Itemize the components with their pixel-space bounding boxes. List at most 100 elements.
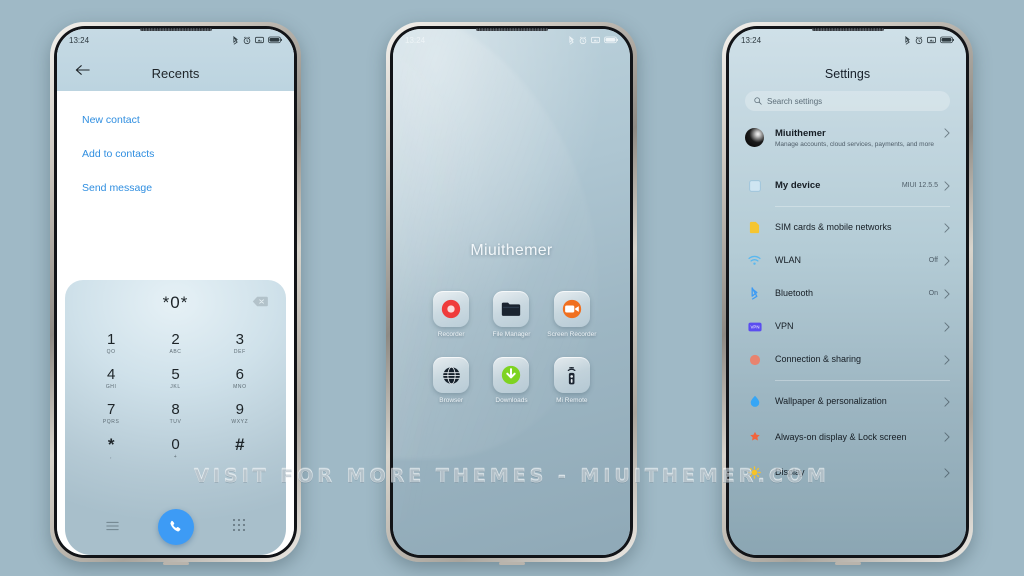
phone-bezel: 13:24 Settings Search settings Miuitheme… xyxy=(726,26,969,558)
keypad-toggle-button[interactable] xyxy=(232,518,245,536)
search-settings-bar[interactable]: Search settings xyxy=(745,91,950,111)
svg-text:VPN: VPN xyxy=(750,324,759,329)
key-letters: WXYZ xyxy=(231,419,249,425)
wallpaper-icon-wrap xyxy=(745,395,764,408)
account-name: Miuithemer xyxy=(775,128,826,139)
row-text: Miuithemer Manage accounts, cloud servic… xyxy=(775,128,944,149)
key-1[interactable]: 1 QO xyxy=(79,326,143,359)
status-time: 13:24 xyxy=(405,35,426,45)
vpn-icon: VPN xyxy=(747,322,762,331)
row-label: Always-on display & Lock screen xyxy=(775,431,907,442)
bluetooth-icon xyxy=(751,287,758,300)
settings-row-connection-sharing[interactable]: Connection & sharing xyxy=(729,343,966,376)
key-digit: # xyxy=(235,435,245,454)
key-star[interactable]: *, xyxy=(79,431,143,464)
lockscreen-icon xyxy=(749,431,760,441)
contact-action-list: New contact Add to contacts Send message xyxy=(57,91,294,205)
row-label: VPN xyxy=(775,321,794,331)
alarm-icon xyxy=(579,36,587,44)
row-value: Off xyxy=(928,257,938,264)
key-5[interactable]: 5 JKL xyxy=(143,361,207,394)
recorder-icon xyxy=(441,299,461,319)
app-browser[interactable]: Browser xyxy=(421,357,481,405)
bluetooth-icon xyxy=(569,35,574,45)
row-value: On xyxy=(928,290,938,297)
settings-title: Settings xyxy=(824,67,871,81)
key-2[interactable]: 2 ABC xyxy=(143,326,207,359)
phone-screen-settings: 13:24 Settings Search settings Miuitheme… xyxy=(729,29,966,555)
key-6[interactable]: 6 MNO xyxy=(208,361,272,394)
key-digit: 9 xyxy=(235,401,244,418)
key-hash[interactable]: # xyxy=(208,431,272,464)
app-file-manager[interactable]: File Manager xyxy=(481,291,541,339)
key-8[interactable]: 8 TUV xyxy=(143,396,207,429)
battery-icon xyxy=(940,36,954,44)
menu-item-new-contact[interactable]: New contact xyxy=(57,103,294,137)
status-icons xyxy=(232,35,282,45)
menu-item-add-to-contacts[interactable]: Add to contacts xyxy=(57,137,294,171)
phone-screen-dialer: 13:24 Recents New contact Add to contact… xyxy=(57,29,294,555)
earpiece-speaker xyxy=(475,28,548,31)
row-label: Wallpaper & personalization xyxy=(775,396,887,406)
key-letters: + xyxy=(173,454,178,460)
settings-row-account[interactable]: Miuithemer Manage accounts, cloud servic… xyxy=(729,121,966,169)
user-avatar xyxy=(745,128,764,147)
key-4[interactable]: 4 GHI xyxy=(79,361,143,394)
phone-call-icon xyxy=(170,520,181,531)
backspace-button[interactable] xyxy=(252,294,268,312)
settings-row-always-on-display[interactable]: Always-on display & Lock screen xyxy=(729,418,966,456)
app-downloads[interactable]: Downloads xyxy=(481,357,541,405)
menu-lines-button[interactable] xyxy=(106,518,120,536)
app-mi-remote[interactable]: Mi Remote xyxy=(542,357,602,405)
row-text: Bluetooth xyxy=(775,288,929,299)
wifi-icon-wrap xyxy=(745,255,764,266)
app-label: Browser xyxy=(439,397,464,404)
app-icon-tile xyxy=(433,357,470,393)
settings-row-sim-cards[interactable]: SIM cards & mobile networks xyxy=(729,211,966,244)
settings-row-my-device[interactable]: My device MIUI 12.5.5 xyxy=(729,169,966,202)
settings-row-display[interactable]: Display xyxy=(729,456,966,489)
connection-icon-wrap xyxy=(745,354,764,366)
status-time: 13:24 xyxy=(69,35,90,45)
backspace-icon xyxy=(252,296,268,307)
app-icon-tile xyxy=(553,291,590,327)
call-button[interactable] xyxy=(157,509,194,545)
app-label: Screen Recorder xyxy=(547,331,597,338)
key-digit: 4 xyxy=(106,366,116,383)
key-0[interactable]: 0 + xyxy=(143,431,207,464)
app-icon-grid: Recorder File Manager Screen Recorder Br… xyxy=(421,291,602,405)
download-arrow-icon xyxy=(502,365,521,385)
settings-row-wlan[interactable]: WLAN Off xyxy=(729,244,966,277)
key-letters: DEF xyxy=(233,349,246,355)
bluetooth-icon xyxy=(905,35,910,45)
app-screen-recorder[interactable]: Screen Recorder xyxy=(542,291,602,339)
row-label: Bluetooth xyxy=(775,288,814,298)
chevron-right-icon xyxy=(944,396,950,407)
status-bar: 13:24 xyxy=(57,29,294,51)
key-letters: QO xyxy=(106,349,116,355)
key-9[interactable]: 9 WXYZ xyxy=(208,396,272,429)
alarm-icon xyxy=(915,36,923,44)
settings-row-bluetooth[interactable]: Bluetooth On xyxy=(729,277,966,310)
settings-row-vpn[interactable]: VPN VPN xyxy=(729,310,966,343)
wallpaper-title: Miuithemer xyxy=(470,242,553,259)
page-title: Recents xyxy=(151,66,200,81)
app-icon-tile xyxy=(553,357,590,393)
app-recorder[interactable]: Recorder xyxy=(421,291,481,339)
settings-row-wallpaper[interactable]: Wallpaper & personalization xyxy=(729,385,966,418)
key-7[interactable]: 7 PQRS xyxy=(79,396,143,429)
battery-icon xyxy=(268,36,282,44)
list-divider xyxy=(775,206,950,207)
dialer-keypad: *0* 1 QO 2 ABC 3 DEF 4 GHI 5 JKL 6 MNO 7… xyxy=(65,280,286,555)
key-letters: GHI xyxy=(105,384,117,390)
bluetooth-icon-wrap xyxy=(745,287,764,300)
globe-icon xyxy=(442,366,460,384)
alarm-icon xyxy=(243,36,251,44)
menu-item-send-message[interactable]: Send message xyxy=(57,171,294,205)
sim-icon-wrap xyxy=(745,221,764,234)
status-icons xyxy=(568,35,618,45)
key-3[interactable]: 3 DEF xyxy=(208,326,272,359)
status-icons xyxy=(904,35,954,45)
key-letters: , xyxy=(110,454,113,460)
screen-recorder-icon xyxy=(562,299,581,319)
